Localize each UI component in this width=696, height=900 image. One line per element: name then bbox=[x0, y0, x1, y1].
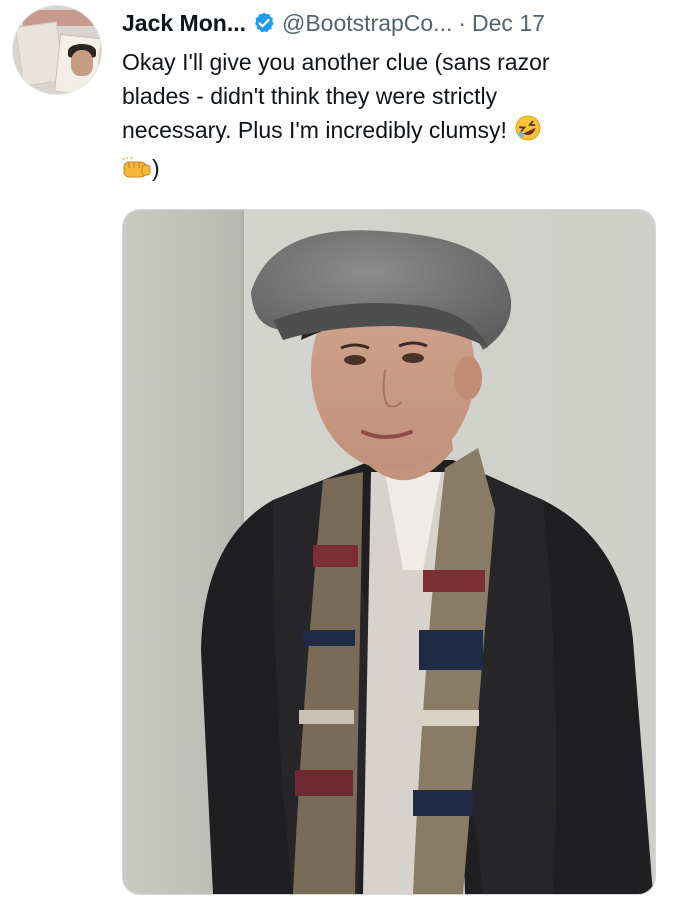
tweet-text-line: Okay I'll give you another clue (sans ra… bbox=[122, 49, 550, 75]
tweet-text-tail: ) bbox=[152, 155, 160, 181]
author-avatar[interactable] bbox=[12, 5, 102, 95]
tweet-date[interactable]: Dec 17 bbox=[472, 10, 545, 37]
tweet-text-line-3: necessary. Plus I'm incredibly clumsy! bbox=[122, 117, 507, 143]
avatar-face bbox=[71, 50, 93, 76]
tweet-text: Okay I'll give you another clue (sans ra… bbox=[122, 45, 682, 189]
tweet-header: Jack Mon... @BootstrapCo... · Dec 17 bbox=[122, 6, 545, 40]
author-name[interactable]: Jack Mon... bbox=[122, 10, 246, 37]
author-handle[interactable]: @BootstrapCo... bbox=[282, 10, 452, 37]
rolling-on-floor-laughing-emoji bbox=[513, 114, 543, 151]
tweet-text-line: blades - didn't think they were strictly bbox=[122, 83, 498, 109]
photo-of-person-in-flat-cap-and-scarf bbox=[123, 210, 655, 894]
verified-badge-icon bbox=[252, 11, 276, 35]
separator-dot: · bbox=[458, 9, 467, 36]
oncoming-fist-emoji bbox=[122, 155, 152, 189]
tweet-photo[interactable] bbox=[122, 209, 656, 895]
tweet-text-line: ) bbox=[122, 151, 682, 189]
tweet-card[interactable]: Jack Mon... @BootstrapCo... · Dec 17 Oka… bbox=[0, 0, 696, 900]
tweet-text-line: necessary. Plus I'm incredibly clumsy! bbox=[122, 113, 682, 151]
